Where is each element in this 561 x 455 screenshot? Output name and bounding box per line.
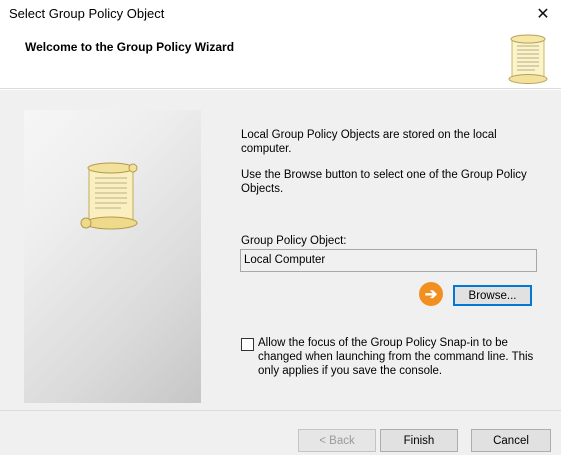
gpo-field: Local Computer <box>240 249 537 272</box>
scroll-icon <box>80 162 138 230</box>
browse-button[interactable]: Browse... <box>453 285 532 306</box>
description-browse: Use the Browse button to select one of t… <box>241 169 527 195</box>
gpo-label: Group Policy Object: <box>241 235 347 247</box>
wizard-footer: < Back Finish Cancel <box>0 410 561 455</box>
focus-checkbox-label[interactable]: Allow the focus of the Group Policy Snap… <box>258 336 548 378</box>
scroll-icon <box>508 34 548 84</box>
close-button[interactable]: ✕ <box>525 0 561 27</box>
side-panel <box>24 110 201 403</box>
window-title: Select Group Policy Object <box>9 6 165 21</box>
back-button[interactable]: < Back <box>298 429 376 452</box>
wizard-title: Welcome to the Group Policy Wizard <box>25 40 235 54</box>
finish-button[interactable]: Finish <box>380 429 458 452</box>
focus-checkbox[interactable] <box>241 338 254 351</box>
cancel-button[interactable]: Cancel <box>471 429 551 452</box>
close-icon: ✕ <box>536 5 550 23</box>
wizard-body: Local Group Policy Objects are stored on… <box>0 90 561 410</box>
arrow-icon: ➔ <box>419 282 443 306</box>
title-bar: Select Group Policy Object ✕ <box>0 0 561 27</box>
wizard-header: Welcome to the Group Policy Wizard <box>0 27 561 89</box>
description-local-gpo: Local Group Policy Objects are stored on… <box>241 129 497 155</box>
